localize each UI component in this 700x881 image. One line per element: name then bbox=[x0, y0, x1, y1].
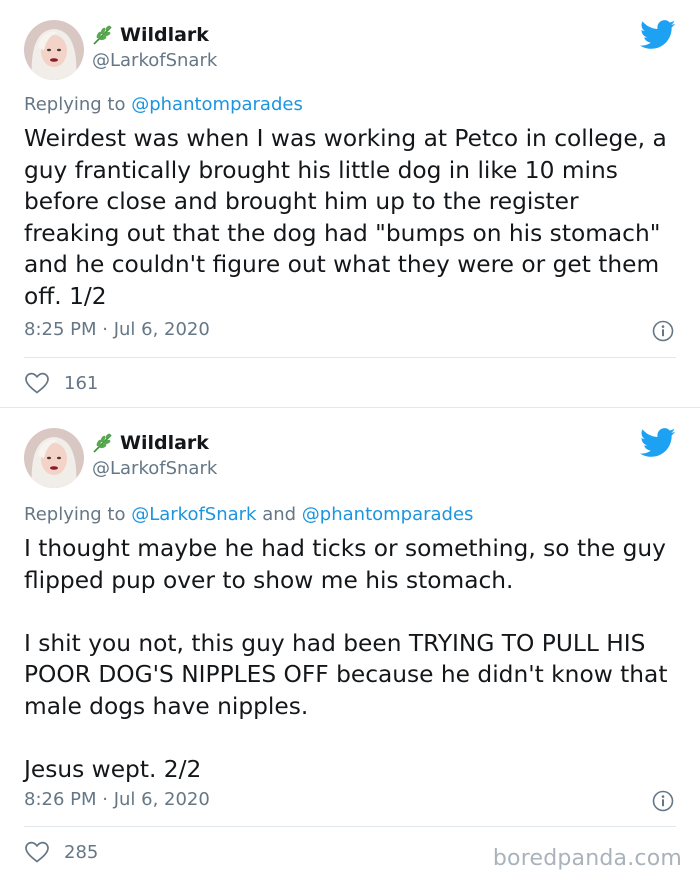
like-action[interactable]: 285 bbox=[24, 840, 98, 864]
reply-joiner: and bbox=[256, 504, 302, 525]
display-name[interactable]: Wildlark bbox=[120, 432, 209, 454]
handle[interactable]: @LarkofSnark bbox=[92, 50, 217, 71]
watermark: boredpanda.com bbox=[492, 846, 682, 871]
sprig-icon bbox=[93, 433, 112, 453]
handle[interactable]: @LarkofSnark bbox=[92, 458, 217, 479]
tweet-text: I thought maybe he had ticks or somethin… bbox=[24, 533, 676, 785]
tweet-divider bbox=[24, 357, 676, 358]
display-name[interactable]: Wildlark bbox=[120, 24, 209, 46]
twitter-bird-icon[interactable] bbox=[640, 428, 676, 458]
reply-context: Replying to @LarkofSnark and @phantompar… bbox=[24, 504, 473, 525]
avatar[interactable] bbox=[24, 428, 84, 488]
avatar[interactable] bbox=[24, 20, 84, 80]
tweet-timestamp[interactable]: 8:25 PM · Jul 6, 2020 bbox=[24, 319, 210, 340]
reply-prefix: Replying to bbox=[24, 94, 132, 115]
reply-mention[interactable]: @LarkofSnark bbox=[131, 504, 256, 525]
tweet-card-2: Wildlark @LarkofSnark Replying to @Larko… bbox=[0, 407, 700, 881]
tweet-divider bbox=[24, 826, 676, 827]
tweet-card-1: Wildlark @LarkofSnark Replying to @phant… bbox=[0, 0, 700, 407]
reply-prefix: Replying to bbox=[24, 504, 132, 525]
heart-icon[interactable] bbox=[24, 371, 50, 395]
like-action[interactable]: 161 bbox=[24, 371, 98, 395]
like-count: 161 bbox=[64, 372, 99, 394]
heart-icon[interactable] bbox=[24, 840, 50, 864]
reply-mention[interactable]: @phantomparades bbox=[131, 94, 303, 115]
reply-context: Replying to @phantomparades bbox=[24, 94, 303, 115]
tweet-paragraph: Jesus wept. 2/2 bbox=[24, 755, 202, 783]
reply-mention[interactable]: @phantomparades bbox=[302, 504, 474, 525]
tweet-timestamp[interactable]: 8:26 PM · Jul 6, 2020 bbox=[24, 789, 210, 810]
sprig-icon bbox=[93, 25, 112, 45]
author-name-row[interactable]: Wildlark bbox=[92, 432, 209, 454]
like-count: 285 bbox=[64, 841, 99, 863]
tweet-paragraph: Weirdest was when I was working at Petco… bbox=[24, 125, 667, 310]
info-icon[interactable] bbox=[652, 320, 674, 342]
tweet-paragraph: I thought maybe he had ticks or somethin… bbox=[24, 535, 666, 594]
tweet-paragraph: I shit you not, this guy had been TRYING… bbox=[24, 629, 668, 720]
tweet-text: Weirdest was when I was working at Petco… bbox=[24, 123, 676, 312]
info-icon[interactable] bbox=[652, 790, 674, 812]
twitter-bird-icon[interactable] bbox=[640, 20, 676, 50]
author-name-row[interactable]: Wildlark bbox=[92, 24, 209, 46]
